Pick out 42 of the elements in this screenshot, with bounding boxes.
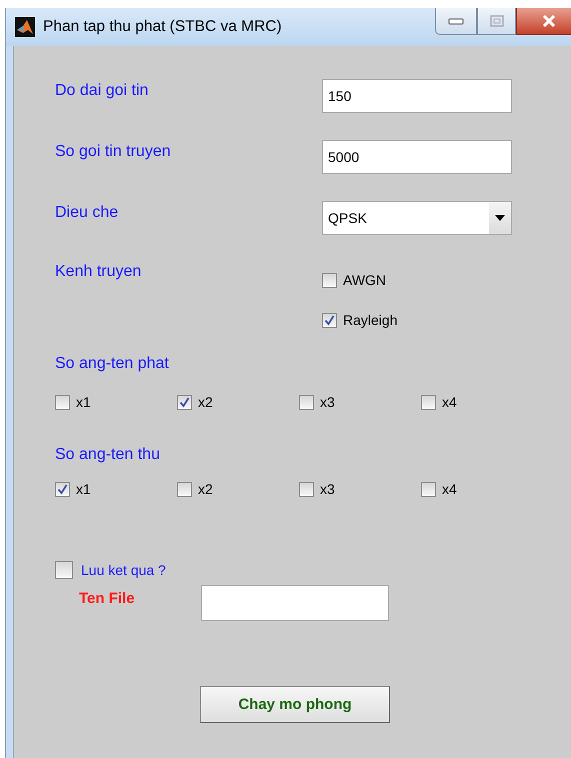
checkbox-label: Rayleigh (343, 312, 398, 328)
checkbox-label: x4 (442, 394, 457, 410)
modulation-dropdown[interactable]: QPSK (322, 201, 512, 235)
minimize-button[interactable] (435, 8, 477, 35)
close-button[interactable] (516, 8, 571, 35)
checkbox[interactable] (55, 561, 73, 579)
checkbox[interactable] (177, 394, 192, 410)
checkbox-label: AWGN (343, 272, 386, 288)
section-label: So ang-ten phat (55, 354, 170, 374)
checkbox[interactable] (299, 482, 314, 496)
checkbox-label: x2 (198, 394, 213, 410)
checkbox-label: x1 (76, 481, 91, 497)
section-label: So ang-ten thu (55, 445, 161, 465)
run-button[interactable]: Chay mo phong (200, 686, 390, 723)
app-logo-icon (15, 17, 35, 37)
checkbox[interactable] (322, 312, 337, 328)
text-field[interactable]: 150 (322, 79, 512, 113)
checkbox[interactable] (421, 482, 436, 496)
checkbox-label: Luu ket qua ? (81, 562, 166, 578)
section-label: Kenh truyen (55, 262, 142, 282)
checkbox[interactable] (177, 482, 192, 496)
checkbox-label: x3 (320, 394, 335, 410)
checkbox[interactable] (55, 482, 70, 496)
maximize-icon (490, 15, 504, 27)
checkbox-label: x1 (76, 394, 91, 410)
checkbox[interactable] (55, 394, 70, 410)
checkbox[interactable] (322, 272, 337, 288)
window-title: Phan tap thu phat (STBC va MRC) (43, 18, 283, 36)
checkbox[interactable] (421, 394, 436, 410)
checkbox[interactable] (299, 394, 314, 410)
text-field[interactable]: 5000 (322, 140, 512, 174)
field-label: Do dai goi tin (55, 81, 150, 101)
text-field[interactable] (201, 585, 389, 621)
checkbox-label: x4 (442, 481, 457, 497)
caret-icon (495, 215, 505, 221)
checkbox-label: x3 (320, 481, 335, 497)
checkbox-label: x2 (198, 481, 213, 497)
field-label: Ten File (79, 590, 136, 606)
field-label: Dieu che (55, 203, 120, 223)
minimize-icon (448, 17, 464, 25)
close-icon (542, 15, 556, 27)
field-label: So goi tin truyen (55, 142, 172, 162)
